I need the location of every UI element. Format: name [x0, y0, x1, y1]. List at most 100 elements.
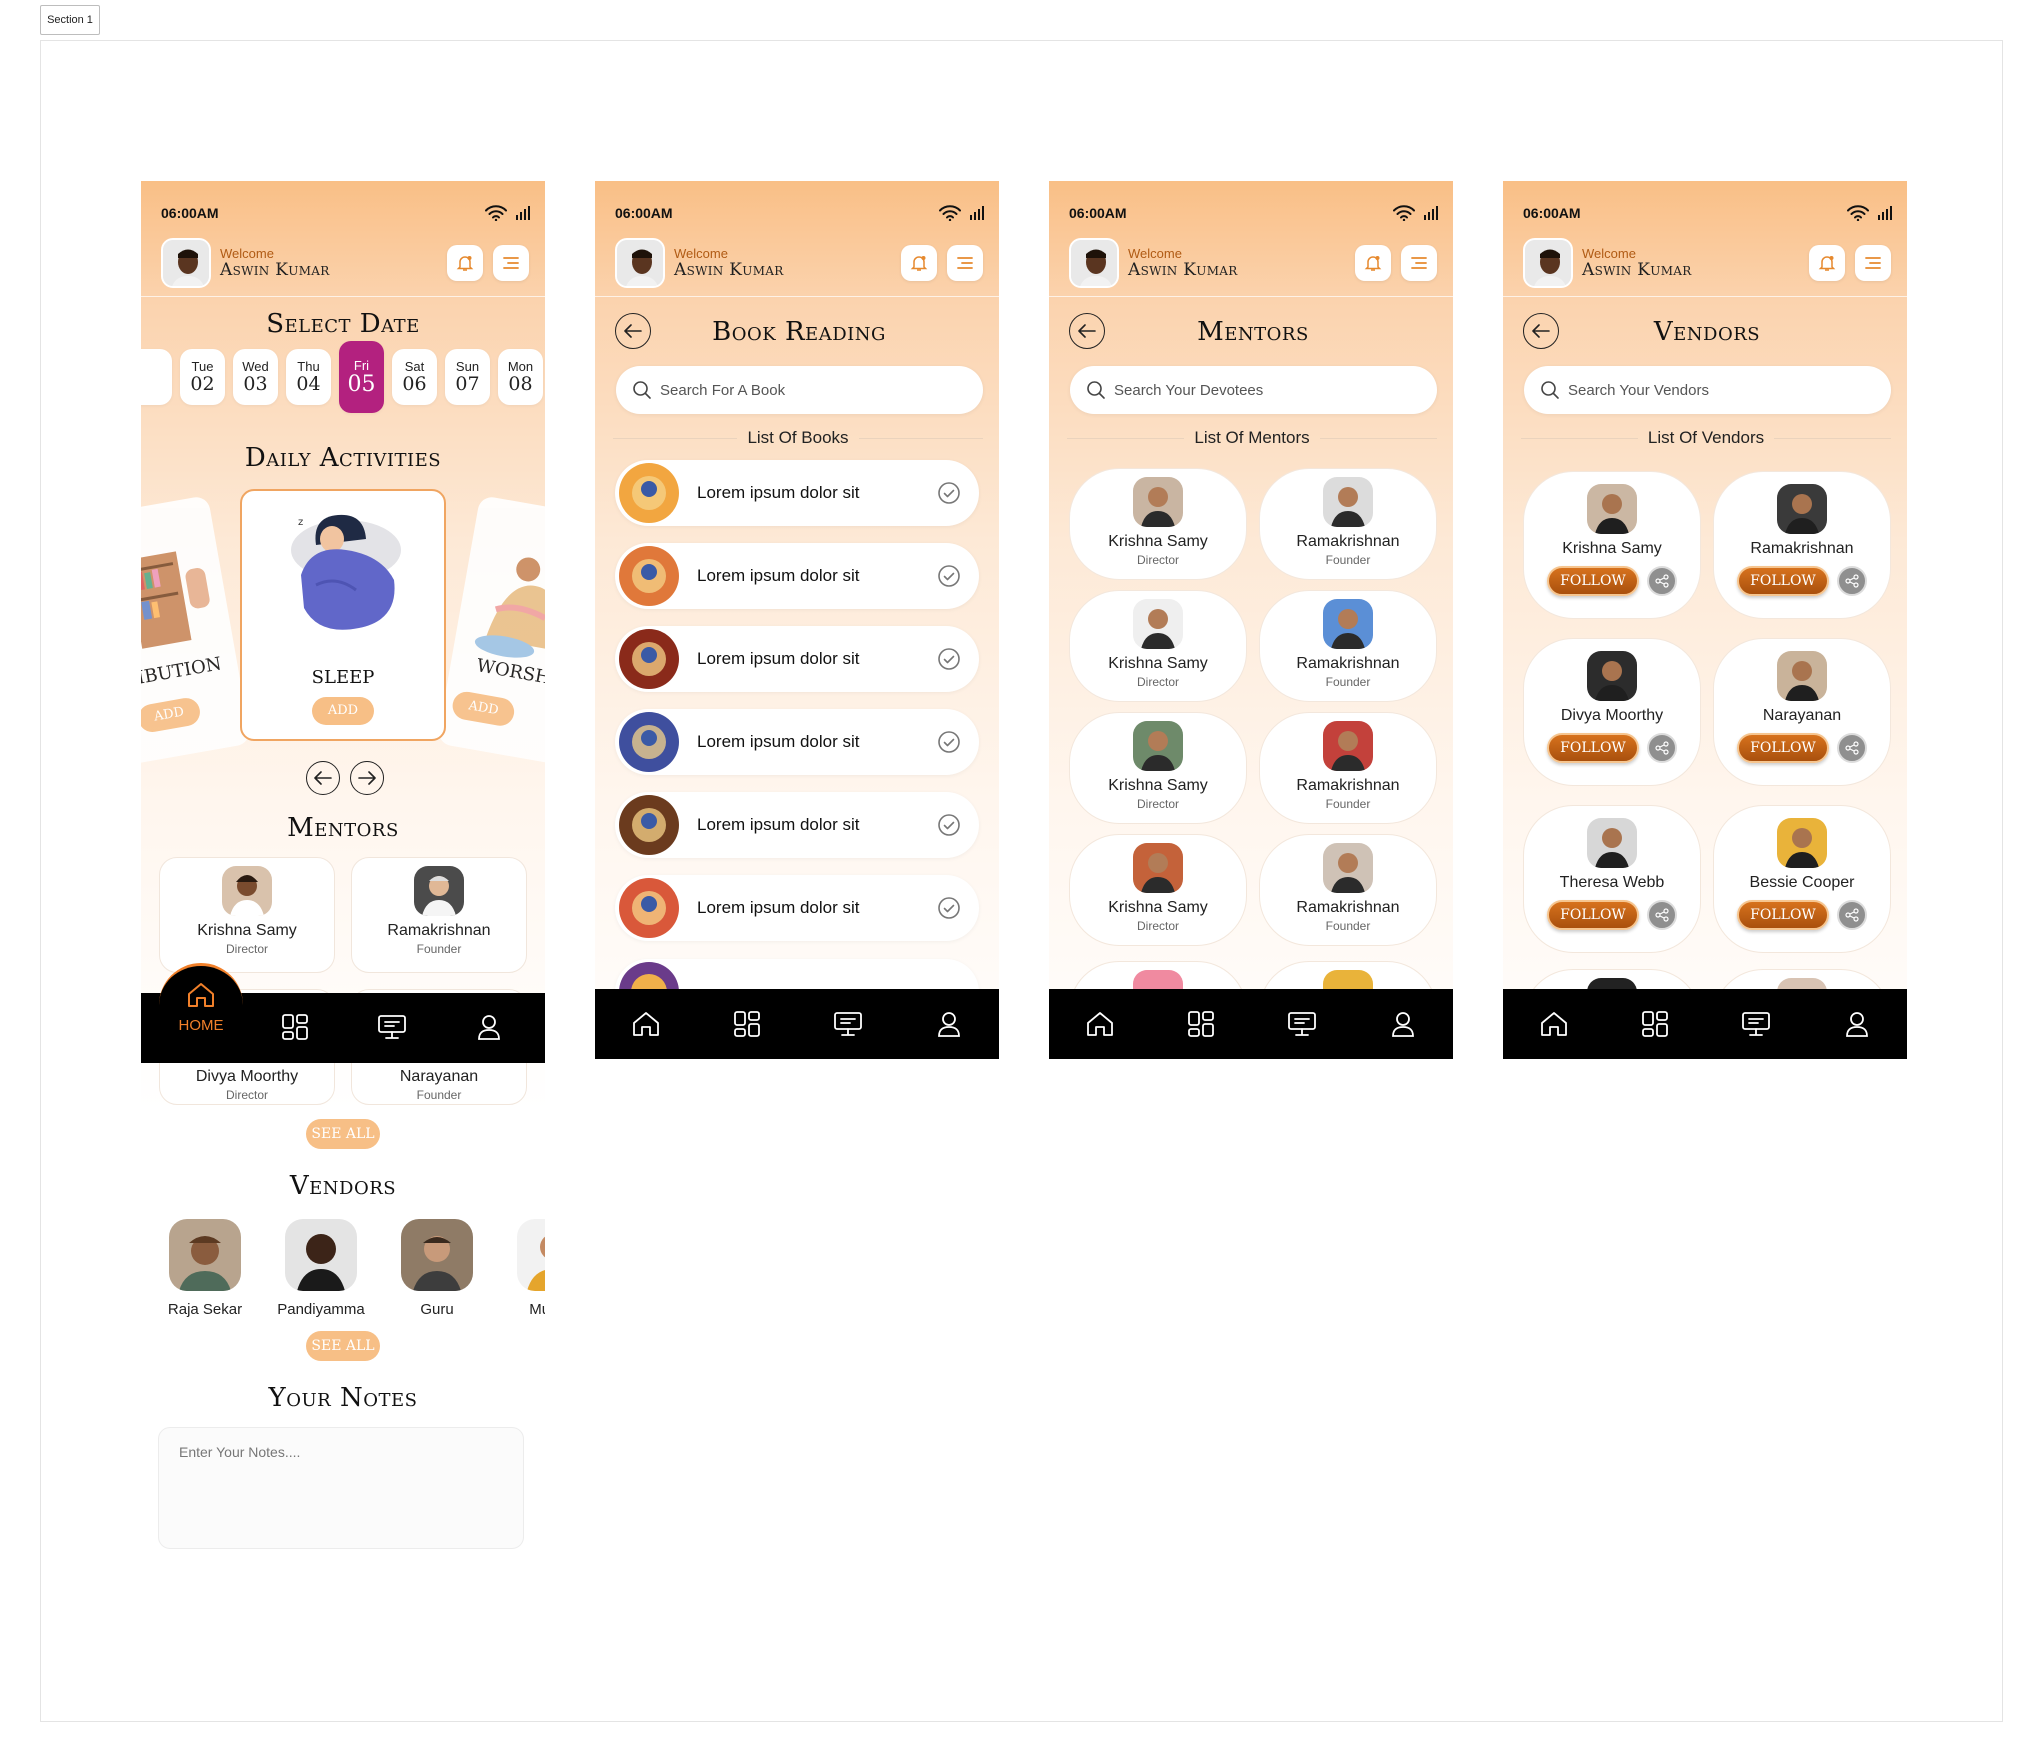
check-circle-icon[interactable] [937, 896, 961, 920]
date-chip[interactable]: Fri 05 [339, 341, 384, 413]
book-row[interactable]: Lorem ipsum dolor sit [615, 792, 979, 858]
mentor-card[interactable]: Ramakrishnan Founder [1259, 468, 1437, 580]
check-circle-icon[interactable] [937, 730, 961, 754]
book-row[interactable]: Lorem ipsum dolor sit [615, 709, 979, 775]
profile-icon [1391, 1012, 1414, 1037]
nav-home[interactable] [611, 989, 681, 1059]
activity-card-sleep[interactable]: z SLEEP ADD [240, 489, 446, 741]
mentor-card[interactable]: Krishna Samy Director [1069, 468, 1247, 580]
activity-add-button[interactable]: ADD [312, 697, 374, 725]
notification-button[interactable] [447, 245, 483, 281]
mentor-card[interactable]: Krishna Samy Director [159, 857, 335, 973]
vendor-card[interactable]: Divya Moorthy FOLLOW [1523, 638, 1701, 786]
vendor-item[interactable]: Pandiyamma [271, 1219, 371, 1318]
nav-monitor[interactable] [1267, 989, 1337, 1059]
date-chip[interactable]: Sat 06 [392, 349, 437, 405]
mentor-card[interactable]: Krishna Samy Director [1069, 712, 1247, 824]
mentor-name: Krishna Samy [197, 922, 297, 939]
vendor-avatar [1587, 484, 1637, 534]
check-circle-icon[interactable] [937, 564, 961, 588]
menu-button[interactable] [493, 245, 529, 281]
user-avatar[interactable] [1523, 238, 1573, 288]
follow-button[interactable]: FOLLOW [1547, 900, 1639, 930]
nav-profile[interactable] [914, 989, 984, 1059]
nav-profile[interactable] [475, 1013, 503, 1046]
share-button[interactable] [1837, 733, 1867, 763]
book-row[interactable]: Lorem ipsum dolor sit [615, 460, 979, 526]
nav-dashboard[interactable] [1620, 989, 1690, 1059]
check-circle-icon[interactable] [937, 647, 961, 671]
nav-home[interactable] [1519, 989, 1589, 1059]
mentor-card[interactable]: Ramakrishnan Founder [351, 857, 527, 973]
notification-button[interactable] [1809, 245, 1845, 281]
vendor-card[interactable]: Narayanan FOLLOW [1713, 638, 1891, 786]
share-button[interactable] [1837, 900, 1867, 930]
user-avatar[interactable] [161, 238, 211, 288]
vendor-card[interactable]: Theresa Webb FOLLOW [1523, 805, 1701, 953]
mentor-card[interactable]: Krishna Samy Director [1069, 834, 1247, 946]
share-button[interactable] [1647, 900, 1677, 930]
next-activity-button[interactable] [350, 761, 384, 795]
check-circle-icon[interactable] [937, 813, 961, 837]
nav-dashboard[interactable] [1166, 989, 1236, 1059]
nav-profile[interactable] [1822, 989, 1892, 1059]
nav-dashboard[interactable] [712, 989, 782, 1059]
vendor-item[interactable]: Muniyc [503, 1219, 545, 1318]
wifi-icon [1847, 205, 1869, 221]
date-chip[interactable]: Wed 03 [233, 349, 278, 405]
user-avatar[interactable] [1069, 238, 1119, 288]
vendor-card[interactable]: Bessie Cooper FOLLOW [1713, 805, 1891, 953]
menu-button[interactable] [1855, 245, 1891, 281]
mentor-card[interactable]: Ramakrishnan Founder [1259, 712, 1437, 824]
date-chip[interactable] [141, 349, 172, 405]
notification-button[interactable] [1355, 245, 1391, 281]
search-input[interactable] [660, 381, 940, 399]
activity-add-button[interactable]: ADD [450, 689, 517, 728]
follow-button[interactable]: FOLLOW [1547, 566, 1639, 596]
date-chip[interactable]: Mon 08 [498, 349, 543, 405]
share-icon [1845, 908, 1859, 922]
notification-button[interactable] [901, 245, 937, 281]
vendor-item[interactable]: Raja Sekar [155, 1219, 255, 1318]
mentors-see-all-button[interactable]: SEE ALL [306, 1119, 380, 1149]
vendor-card[interactable]: Ramakrishnan FOLLOW [1713, 471, 1891, 619]
book-row[interactable]: Lorem ipsum dolor sit [615, 875, 979, 941]
menu-button[interactable] [1401, 245, 1437, 281]
nav-home[interactable]: HOME [159, 981, 243, 1034]
share-button[interactable] [1647, 566, 1677, 596]
date-chip[interactable]: Sun 07 [445, 349, 490, 405]
share-button[interactable] [1647, 733, 1677, 763]
share-button[interactable] [1837, 566, 1867, 596]
search-input[interactable] [1114, 381, 1394, 399]
nav-home[interactable] [1065, 989, 1135, 1059]
mentor-card[interactable]: Ramakrishnan Founder [1259, 834, 1437, 946]
follow-button[interactable]: FOLLOW [1737, 566, 1829, 596]
vendors-see-all-button[interactable]: SEE ALL [306, 1331, 380, 1361]
nav-monitor[interactable] [1721, 989, 1791, 1059]
mentor-card[interactable]: Krishna Samy Director [1069, 590, 1247, 702]
vendor-card[interactable]: Krishna Samy FOLLOW [1523, 471, 1701, 619]
date-chip[interactable]: Thu 04 [286, 349, 331, 405]
nav-monitor[interactable] [377, 1013, 407, 1046]
date-chip[interactable]: Tue 02 [180, 349, 225, 405]
nav-monitor[interactable] [813, 989, 883, 1059]
nav-profile[interactable] [1368, 989, 1438, 1059]
activity-add-button[interactable]: ADD [141, 695, 203, 735]
title-row: Mentors [1069, 311, 1437, 351]
notes-input[interactable] [179, 1444, 503, 1532]
follow-button[interactable]: FOLLOW [1737, 733, 1829, 763]
book-row[interactable]: Lorem ipsum dolor sit [615, 543, 979, 609]
user-avatar[interactable] [615, 238, 665, 288]
prev-activity-button[interactable] [306, 761, 340, 795]
mentor-card[interactable]: Ramakrishnan Founder [1259, 590, 1437, 702]
follow-button[interactable]: FOLLOW [1547, 733, 1639, 763]
check-circle-icon[interactable] [937, 481, 961, 505]
arrow-right-icon [358, 771, 376, 785]
book-row[interactable]: Lorem ipsum dolor sit [615, 626, 979, 692]
vendor-item[interactable]: Guru [387, 1219, 487, 1318]
search-input[interactable] [1568, 381, 1848, 399]
nav-dashboard[interactable] [281, 1013, 309, 1046]
section-label[interactable]: Section 1 [40, 5, 100, 35]
follow-button[interactable]: FOLLOW [1737, 900, 1829, 930]
menu-button[interactable] [947, 245, 983, 281]
